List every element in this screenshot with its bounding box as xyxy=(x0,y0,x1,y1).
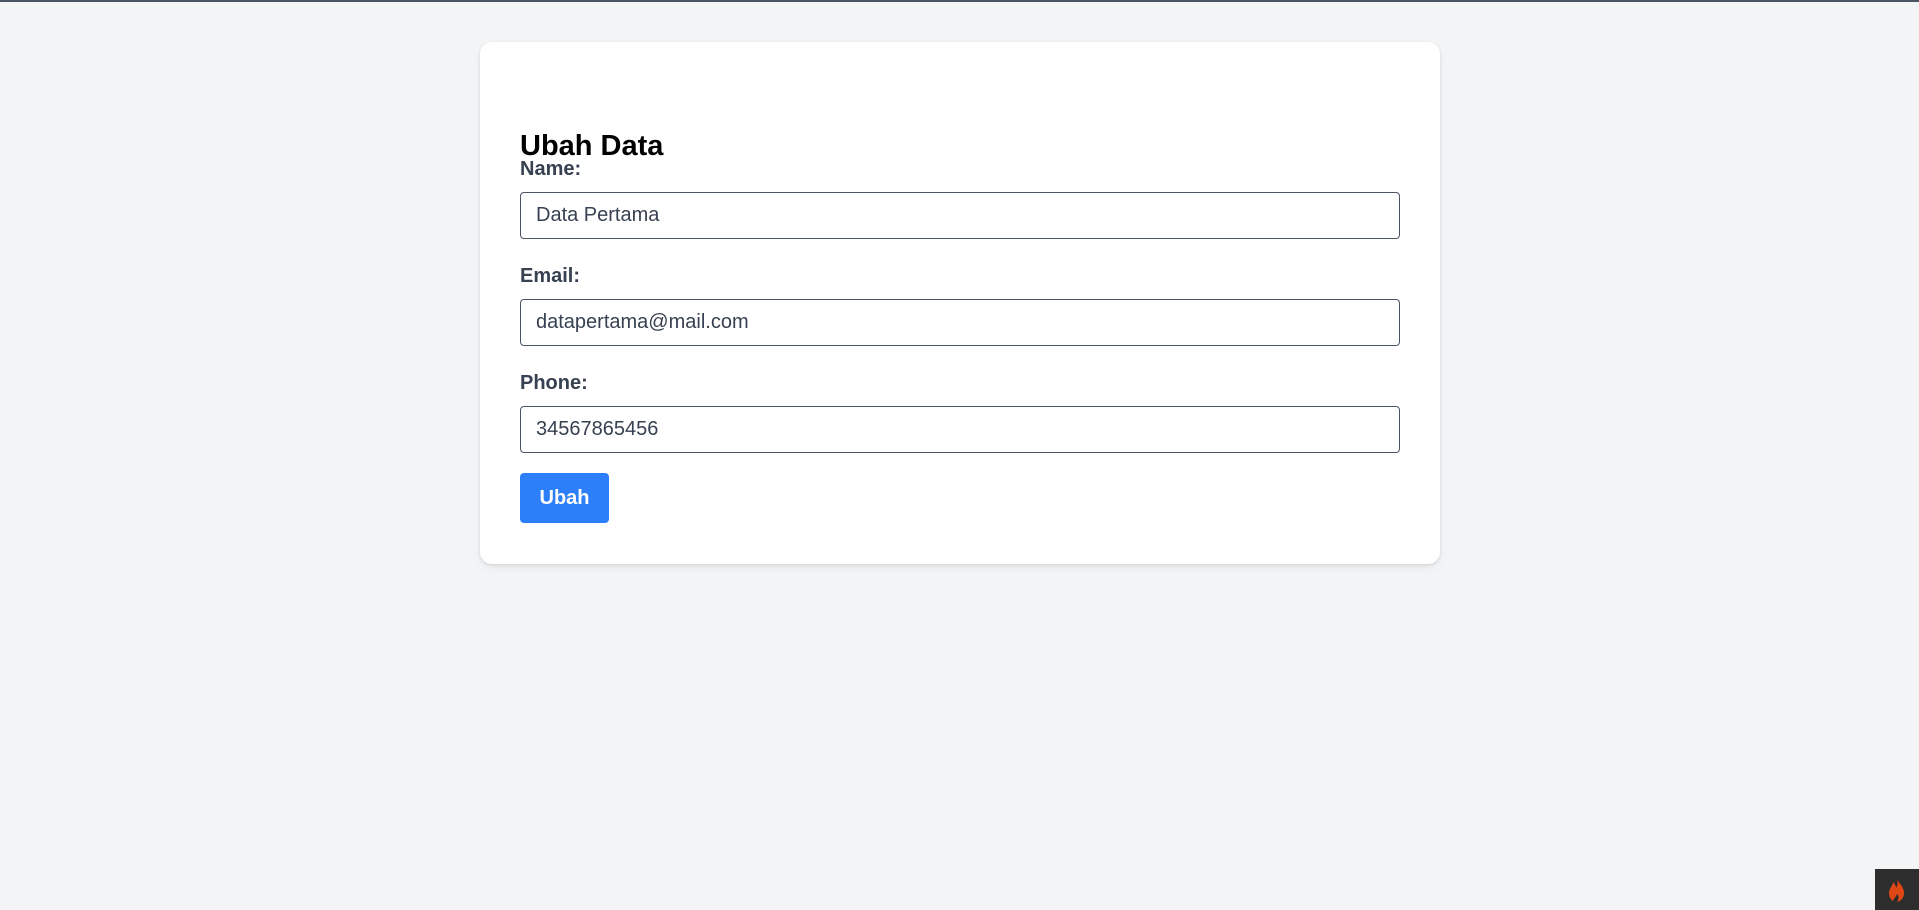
edit-data-form: Ubah Data Name: Email: Phone: Ubah xyxy=(480,42,1440,564)
phone-input[interactable] xyxy=(520,406,1400,453)
name-input[interactable] xyxy=(520,192,1400,239)
top-border xyxy=(0,0,1919,2)
form-title: Ubah Data xyxy=(520,130,664,162)
email-label: Email: xyxy=(520,265,581,287)
submit-button[interactable]: Ubah xyxy=(520,473,609,523)
phone-label: Phone: xyxy=(520,372,588,394)
email-input[interactable] xyxy=(520,299,1400,346)
flame-icon xyxy=(1889,877,1904,902)
debug-toolbar-toggle[interactable] xyxy=(1875,869,1919,910)
name-label: Name: xyxy=(520,158,582,180)
